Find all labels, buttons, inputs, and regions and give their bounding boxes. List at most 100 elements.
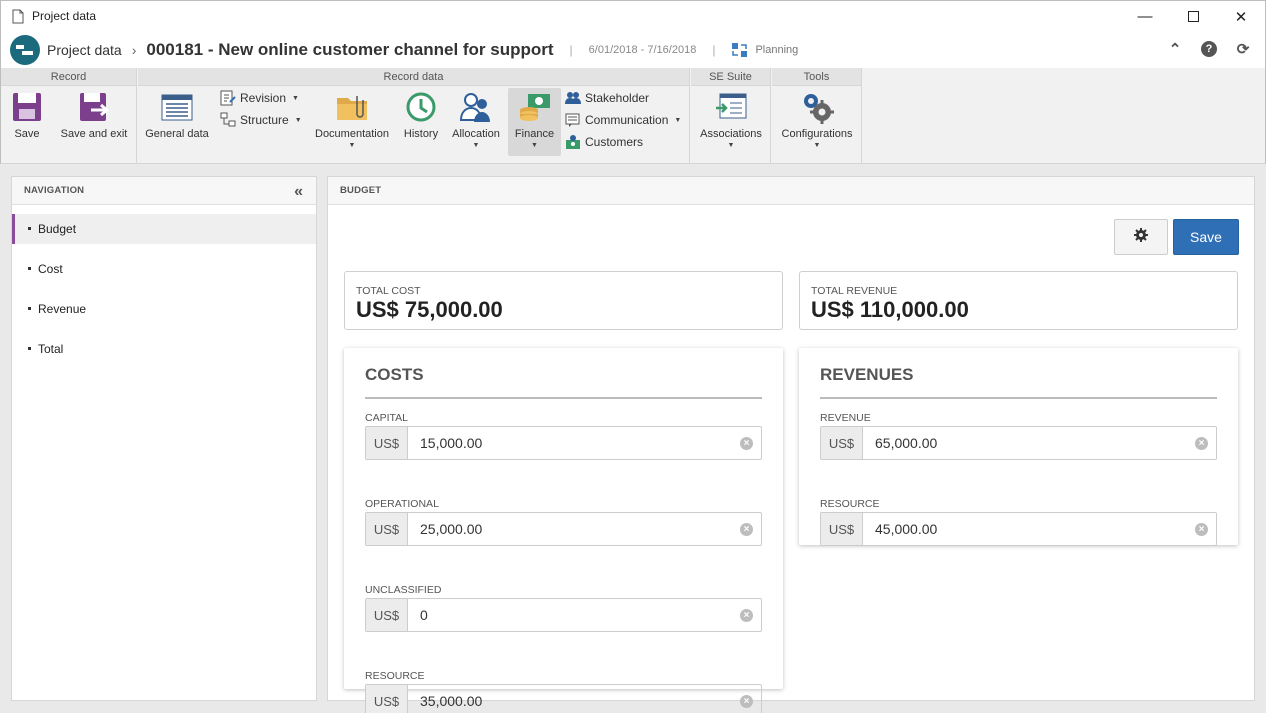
clear-icon[interactable]: × [1195,437,1208,450]
associations-label: Associations [700,128,762,140]
clear-icon[interactable]: × [1195,523,1208,536]
general-data-label: General data [145,128,209,140]
total-revenue-label: TOTAL REVENUE [811,285,898,297]
ribbon-toolbar: Record Save Save and exit Record data Ge… [0,68,1266,164]
unclassified-value[interactable]: 0 [420,607,428,623]
capital-value[interactable]: 15,000.00 [420,435,482,451]
revenue-resource-field: RESOURCE US$ 45,000.00 × [820,498,1217,546]
revenue-input[interactable]: US$ 65,000.00 × [820,426,1217,460]
maximize-icon[interactable] [1169,1,1217,32]
nav-item-total[interactable]: Total [12,334,316,364]
currency-prefix: US$ [366,513,408,545]
record-dates: 6/01/2018 - 7/16/2018 [588,43,697,56]
finance-button[interactable]: Finance ▼ [508,88,561,156]
communication-button[interactable]: Communication ▼ [565,112,681,128]
collapse-left-icon[interactable]: « [294,183,303,201]
refresh-icon[interactable]: ⟳ [1233,39,1253,59]
clear-icon[interactable]: × [740,437,753,450]
associations-icon [714,90,748,124]
revenue-resource-input[interactable]: US$ 45,000.00 × [820,512,1217,546]
chevron-down-icon: ▼ [674,116,682,124]
operational-label: OPERATIONAL [365,498,439,510]
nav-item-cost[interactable]: Cost [12,254,316,284]
minimize-icon[interactable]: — [1121,1,1169,32]
ribbon-group-record-data: Record data General data Revision ▼ Struc… [138,68,690,163]
finance-icon [518,90,552,124]
allocation-button[interactable]: Allocation ▼ [450,90,502,149]
clear-icon[interactable]: × [740,523,753,536]
unclassified-input[interactable]: US$ 0 × [365,598,762,632]
communication-label: Communication [585,113,669,127]
clear-icon[interactable]: × [740,695,753,708]
allocation-icon [459,90,493,124]
customers-button[interactable]: Customers [565,134,643,150]
clear-icon[interactable]: × [740,609,753,622]
ribbon-group-label: Record [1,68,136,86]
save-exit-icon [77,90,111,124]
unclassified-label: UNCLASSIFIED [365,584,442,596]
revenues-card: REVENUES REVENUE US$ 65,000.00 × RESOURC… [799,348,1238,546]
general-data-button[interactable]: General data [144,90,210,140]
record-phase: Planning [755,43,799,56]
close-icon[interactable]: ✕ [1217,1,1265,32]
structure-button[interactable]: Structure ▼ [220,112,302,128]
stakeholder-icon [565,90,581,106]
cost-resource-value[interactable]: 35,000.00 [420,693,482,709]
nav-item-revenue[interactable]: Revenue [12,294,316,324]
history-icon [404,90,438,124]
documentation-button[interactable]: Documentation ▼ [313,90,391,149]
window-titlebar: Project data — ✕ [0,0,1266,31]
save-ribbon-button[interactable]: Save [7,90,47,140]
operational-field: OPERATIONAL US$ 25,000.00 × [365,498,762,546]
save-ribbon-label: Save [14,128,40,140]
history-button[interactable]: History [401,90,441,140]
navigation-title: NAVIGATION [24,185,85,196]
gears-icon [800,90,834,124]
revenue-resource-value[interactable]: 45,000.00 [875,521,937,537]
allocation-label: Allocation [452,128,500,140]
capital-field: CAPITAL US$ 15,000.00 × [365,412,762,460]
costs-card: COSTS CAPITAL US$ 15,000.00 × OPERATIONA… [344,348,783,713]
budget-panel: BUDGET Save TOTAL COST US$ 75,000.00 TOT… [327,176,1255,713]
settings-button[interactable] [1114,219,1168,255]
revenue-resource-label: RESOURCE [820,498,880,510]
capital-label: CAPITAL [365,412,408,424]
save-button[interactable]: Save [1173,219,1239,255]
gear-icon [1133,227,1149,248]
cost-resource-input[interactable]: US$ 35,000.00 × [365,684,762,713]
window-title: Project data [32,9,97,23]
operational-value[interactable]: 25,000.00 [420,521,482,537]
revision-button[interactable]: Revision ▼ [220,90,299,106]
collapse-up-icon[interactable]: ⌃ [1165,39,1185,59]
nav-item-budget[interactable]: Budget [12,214,316,244]
revenues-title: REVENUES [820,362,1217,399]
history-label: History [403,128,439,140]
chevron-down-icon: ▼ [472,142,480,149]
cost-resource-label: RESOURCE [365,670,425,682]
navigation-header: NAVIGATION [12,177,316,205]
record-title: 000181 - New online customer channel for… [146,39,554,59]
configurations-button[interactable]: Configurations ▼ [778,90,856,149]
budget-header: BUDGET [328,177,1254,205]
folder-icon [335,90,369,124]
stakeholder-button[interactable]: Stakeholder [565,90,649,106]
save-and-exit-button[interactable]: Save and exit [57,90,131,140]
currency-prefix: US$ [821,427,863,459]
ribbon-group-label: Record data [138,68,689,86]
unclassified-field: UNCLASSIFIED US$ 0 × [365,584,762,632]
ribbon-group-record: Record Save Save and exit [1,68,137,163]
configurations-label: Configurations [781,128,853,140]
workflow-icon [731,41,749,59]
structure-icon [220,112,236,128]
revenue-value[interactable]: 65,000.00 [875,435,937,451]
chevron-down-icon: ▼ [348,142,356,149]
operational-input[interactable]: US$ 25,000.00 × [365,512,762,546]
chevron-down-icon: ▼ [294,116,302,124]
customers-label: Customers [585,135,644,149]
help-icon[interactable]: ? [1199,39,1219,59]
associations-button[interactable]: Associations ▼ [697,90,765,149]
revenue-field: REVENUE US$ 65,000.00 × [820,412,1217,460]
total-cost-card: TOTAL COST US$ 75,000.00 [344,271,783,330]
capital-input[interactable]: US$ 15,000.00 × [365,426,762,460]
document-icon [12,9,24,24]
